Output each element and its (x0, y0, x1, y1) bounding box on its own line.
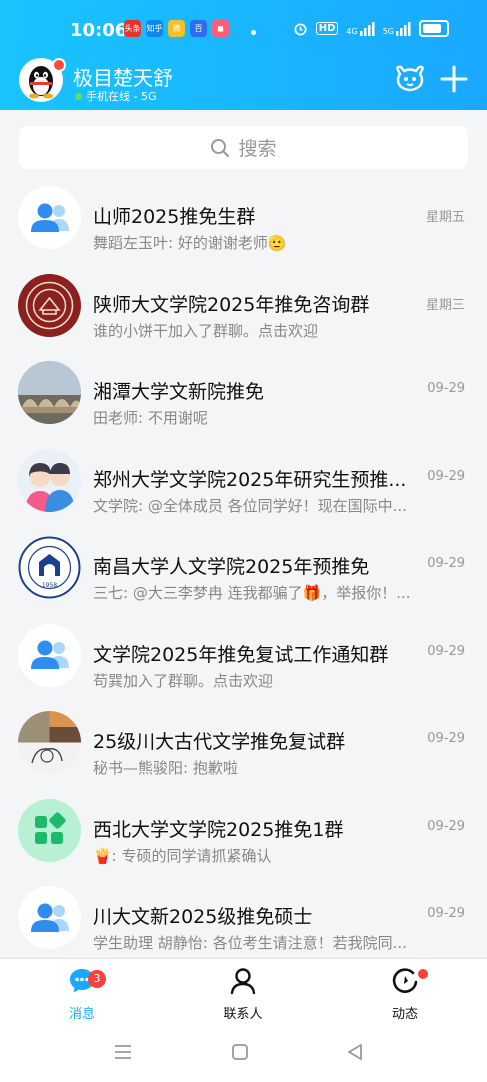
chat-row[interactable]: 川大文新2025级推免硕士 09-29 学生助理 胡静怡: 各位考生请注意！若我院同… (0, 870, 487, 958)
chat-last-message: 文学院: @全体成员 各位同学好！现在国际中... (93, 496, 407, 515)
tab-moments-label: 动态 (391, 1007, 418, 1022)
app-header: 10:06 头条 知乎微百 ◼ HD 4G 5G 极目楚天舒 手机在线 - 5G (0, 0, 487, 110)
online-status[interactable]: 手机在线 - 5G (75, 88, 157, 104)
menu-nav-icon[interactable] (114, 1044, 132, 1060)
signal-5g-icon: 5G (383, 21, 411, 36)
chat-row[interactable]: 山师2025推免生群 星期五舞蹈左玉叶: 好的谢谢老师🫡 (0, 170, 487, 258)
chat-row[interactable]: 25级川大古代文学推免复试群 09-29 秘书—熊骏阳: 抱歉啦 (0, 695, 487, 783)
chat-time: 星期三 (425, 297, 465, 313)
chat-name: 南昌大学人文学院2025年预推免 (93, 556, 370, 578)
toutiao-icon: 头条 (124, 20, 141, 37)
avatar-notification-dot (52, 58, 66, 72)
tab-messages[interactable]: 3 消息 (42, 967, 122, 1022)
chat-last-message: 秘书—熊骏阳: 抱歉啦 (93, 759, 238, 777)
chat-time: 09-29 (427, 906, 465, 921)
chat-last-message: 学生助理 胡静怡: 各位考生请注意！若我院同... (93, 934, 407, 952)
chat-last-message: 三七: @大三李梦冉 连我都骗了🎁，举报你！... (93, 584, 411, 602)
chat-avatar[interactable] (18, 186, 81, 249)
chat-time: 09-29 (427, 468, 465, 484)
notification-icons: 头条 知乎微百 ◼ (124, 20, 229, 37)
chat-row[interactable]: 1958 南昌大学人文学院2025年预推免 09-29 三七: @大三李梦冉 连我都骗… (0, 520, 487, 608)
search-bar[interactable]: 搜索 (19, 126, 468, 169)
chat-name: 湘潭大学文新院推免 (93, 381, 265, 403)
mosaic-avatar-icon (18, 711, 81, 774)
chat-name: 山师2025推免生群 (93, 206, 256, 228)
chat-name: 郑州大学文学院2025年研究生预推... (93, 468, 407, 491)
chat-last-message: 🍟: 专硕的同学请抓紧确认 (93, 846, 272, 865)
chat-last-message: 苟巽加入了群聊。点击欢迎 (93, 671, 274, 690)
unread-badge: 3 (88, 970, 106, 988)
back-nav-icon[interactable] (346, 1043, 364, 1061)
people-icon (18, 448, 81, 512)
chat-avatar[interactable] (18, 448, 81, 512)
app-icon: ◼ (212, 20, 229, 37)
university-logo-icon: 1958 (18, 536, 81, 599)
moments-dot (418, 969, 428, 979)
home-nav-icon[interactable] (231, 1043, 249, 1061)
system-navigation-bar (0, 1023, 487, 1082)
system-icons: HD 4G 5G (293, 20, 449, 37)
status-time: 10:06 (70, 20, 128, 41)
chat-time: 09-29 (427, 731, 465, 746)
tab-messages-label: 消息 (68, 1007, 95, 1022)
chat-time: 星期五 (425, 210, 465, 225)
chat-row[interactable]: 湘潭大学文新院推免 09-29 田老师: 不用谢呢 (0, 345, 487, 433)
tab-moments[interactable]: 动态 (365, 967, 445, 1022)
group-icon (28, 201, 72, 235)
signal-4g-icon: 4G (346, 21, 375, 36)
chat-avatar[interactable]: 1958 (18, 536, 81, 599)
chat-avatar[interactable] (18, 711, 81, 774)
hd-icon: HD (315, 22, 339, 35)
zhihu-icon: 知乎 (146, 20, 163, 37)
chat-row[interactable]: 文学院2025年推免复试工作通知群 09-29 苟巽加入了群聊。点击欢迎 (0, 608, 487, 696)
chat-time: 09-29 (427, 381, 465, 396)
chat-name: 文学院2025年推免复试工作通知群 (93, 643, 389, 666)
tab-contacts[interactable]: 联系人 (203, 967, 283, 1022)
group-icon (28, 901, 72, 935)
moments-icon (392, 968, 418, 993)
chat-name: 西北大学文学院2025推免1群 (93, 818, 344, 841)
weibo-icon: 微 (168, 20, 185, 37)
chat-avatar[interactable] (18, 623, 81, 687)
tab-contacts-label: 联系人 (223, 1007, 263, 1022)
chat-last-message: 田老师: 不用谢呢 (93, 409, 208, 427)
baidu-icon: 百 (190, 20, 207, 37)
svg-text:1958: 1958 (42, 582, 57, 589)
battery-icon (419, 20, 449, 37)
group-icon (28, 638, 72, 672)
chat-last-message: 舞蹈左玉叶: 好的谢谢老师🫡 (93, 234, 287, 252)
search-icon (211, 138, 230, 157)
more-notifications-dot (251, 30, 256, 35)
chat-avatar[interactable] (18, 361, 81, 424)
chat-name: 陕师大文学院2025年推免咨询群 (93, 293, 370, 316)
chat-row[interactable]: 陕师大文学院2025年推免咨询群 星期三谁的小饼干加入了群聊。点击欢迎 (0, 258, 487, 346)
chat-avatar[interactable] (18, 798, 81, 862)
bottom-tab-bar: 3 消息 联系人 动态 (0, 958, 487, 1024)
search-placeholder: 搜索 (238, 138, 277, 160)
super-qq-show-icon[interactable] (393, 64, 427, 94)
university-seal-icon (18, 274, 81, 337)
chat-name: 川大文新2025级推免硕士 (93, 906, 313, 928)
chat-row[interactable]: 西北大学文学院2025推免1群 09-29 🍟: 专硕的同学请抓紧确认 (0, 783, 487, 871)
chat-list: 山师2025推免生群 星期五舞蹈左玉叶: 好的谢谢老师🫡 陕师大文学院2025年推免… (0, 170, 487, 958)
user-name[interactable]: 极目楚天舒 (73, 62, 173, 91)
online-dot-icon (75, 92, 82, 100)
chat-last-message: 谁的小饼干加入了群聊。点击欢迎 (93, 321, 319, 340)
chat-time: 09-29 (427, 818, 465, 834)
alarm-icon (294, 23, 307, 36)
apps-grid-icon (18, 798, 81, 862)
status-bar: 10:06 头条 知乎微百 ◼ HD 4G 5G (0, 16, 487, 48)
chat-avatar[interactable] (18, 886, 81, 949)
chat-row[interactable]: 郑州大学文学院2025年研究生预推... 09-29 文学院: @全体成员 各位同学… (0, 433, 487, 521)
chat-time: 09-29 (427, 643, 465, 659)
campus-photo-icon (18, 361, 81, 424)
add-icon[interactable] (440, 64, 468, 94)
contacts-icon (230, 968, 256, 995)
chat-avatar[interactable] (18, 273, 81, 337)
chat-time: 09-29 (427, 556, 465, 571)
chat-name: 25级川大古代文学推免复试群 (93, 731, 346, 753)
